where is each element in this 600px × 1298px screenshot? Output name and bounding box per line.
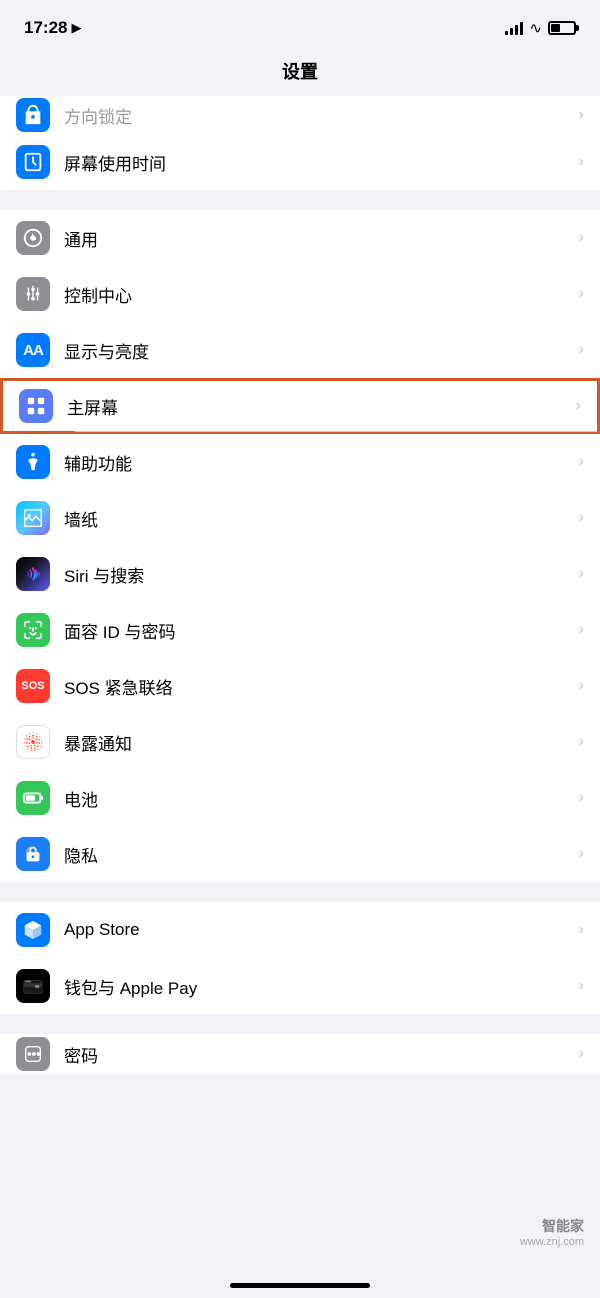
chevron-icon: › bbox=[579, 565, 584, 583]
location-icon: ▶ bbox=[71, 20, 81, 36]
settings-group-2: 通用 › 控制中心 › bbox=[0, 210, 600, 882]
privacy-icon bbox=[16, 837, 50, 871]
settings-group-4: 密码 › bbox=[0, 1034, 600, 1074]
list-item[interactable]: 主屏幕 › bbox=[0, 378, 600, 434]
display-icon: AA bbox=[16, 333, 50, 367]
exposure-label: 暴露通知 bbox=[64, 730, 571, 755]
screen-time-icon bbox=[16, 145, 50, 179]
list-item[interactable]: 屏幕使用时间 › bbox=[0, 134, 600, 190]
battery-status-icon bbox=[548, 21, 576, 35]
appstore-label: App Store bbox=[64, 920, 571, 940]
list-item[interactable]: 暴露通知 › bbox=[0, 714, 600, 770]
wifi-icon: ∿ bbox=[529, 19, 542, 37]
signal-icon bbox=[505, 21, 523, 35]
sos-label: SOS 紧急联络 bbox=[64, 674, 571, 699]
list-item[interactable]: 方向锁定 › bbox=[0, 96, 600, 134]
battery-icon bbox=[16, 781, 50, 815]
wallpaper-label: 墙纸 bbox=[64, 506, 571, 531]
chevron-icon: › bbox=[579, 621, 584, 639]
exposure-icon bbox=[16, 725, 50, 759]
wallet-icon: VISA bbox=[16, 969, 50, 1003]
face-id-label: 面容 ID 与密码 bbox=[64, 618, 571, 643]
list-item[interactable]: 隐私 › bbox=[0, 826, 600, 882]
list-item[interactable]: 辅助功能 › bbox=[0, 434, 600, 490]
settings-group-3: App Store › VISA 钱包与 Apple Pay › bbox=[0, 902, 600, 1014]
privacy-label: 隐私 bbox=[64, 842, 571, 867]
appstore-icon bbox=[16, 913, 50, 947]
chevron-icon: › bbox=[579, 341, 584, 359]
status-time: 17:28 bbox=[24, 18, 67, 38]
siri-label: Siri 与搜索 bbox=[64, 562, 571, 587]
list-item[interactable]: AA 显示与亮度 › bbox=[0, 322, 600, 378]
chevron-icon: › bbox=[579, 921, 584, 939]
watermark-brand: 智能家 bbox=[520, 1216, 584, 1236]
list-item[interactable]: SOS SOS 紧急联络 › bbox=[0, 658, 600, 714]
accessibility-label: 辅助功能 bbox=[64, 450, 571, 475]
general-icon bbox=[16, 221, 50, 255]
group-gap bbox=[0, 190, 600, 210]
chevron-icon: › bbox=[579, 677, 584, 695]
list-item[interactable]: 密码 › bbox=[0, 1034, 600, 1074]
group-gap-3 bbox=[0, 1014, 600, 1034]
home-screen-icon bbox=[19, 389, 53, 423]
chevron-icon: › bbox=[579, 789, 584, 807]
chevron-icon: › bbox=[579, 845, 584, 863]
settings-group-top: 方向锁定 › 屏幕使用时间 › bbox=[0, 96, 600, 190]
direction-lock-label: 方向锁定 bbox=[64, 103, 571, 128]
chevron-icon: › bbox=[579, 453, 584, 471]
svg-text:VISA: VISA bbox=[25, 979, 31, 983]
list-item[interactable]: 墙纸 › bbox=[0, 490, 600, 546]
password-label: 密码 bbox=[64, 1042, 571, 1067]
chevron-icon: › bbox=[579, 285, 584, 303]
battery-label: 电池 bbox=[64, 786, 571, 811]
chevron-icon: › bbox=[579, 977, 584, 995]
sos-icon: SOS bbox=[16, 669, 50, 703]
watermark-url: www.znj.com bbox=[520, 1236, 584, 1248]
chevron-icon: › bbox=[579, 229, 584, 247]
list-item[interactable]: 控制中心 › bbox=[0, 266, 600, 322]
password-icon bbox=[16, 1037, 50, 1071]
list-item[interactable]: 面容 ID 与密码 › bbox=[0, 602, 600, 658]
siri-icon bbox=[16, 557, 50, 591]
chevron-icon: › bbox=[579, 153, 584, 171]
chevron-icon: › bbox=[579, 733, 584, 751]
status-bar: 17:28 ▶ ∿ bbox=[0, 0, 600, 50]
direction-lock-icon bbox=[16, 98, 50, 132]
group-gap-2 bbox=[0, 882, 600, 902]
wallpaper-icon bbox=[16, 501, 50, 535]
chevron-icon: › bbox=[579, 106, 584, 124]
display-label: 显示与亮度 bbox=[64, 338, 571, 363]
chevron-icon: › bbox=[579, 1045, 584, 1063]
list-item[interactable]: 通用 › bbox=[0, 210, 600, 266]
home-screen-label: 主屏幕 bbox=[67, 394, 568, 419]
list-item[interactable]: VISA 钱包与 Apple Pay › bbox=[0, 958, 600, 1014]
accessibility-icon bbox=[16, 445, 50, 479]
list-item[interactable]: 电池 › bbox=[0, 770, 600, 826]
control-center-label: 控制中心 bbox=[64, 282, 571, 307]
list-item[interactable]: App Store › bbox=[0, 902, 600, 958]
home-indicator bbox=[230, 1283, 370, 1288]
chevron-icon: › bbox=[579, 509, 584, 527]
status-icons: ∿ bbox=[505, 19, 576, 37]
chevron-icon: › bbox=[576, 397, 581, 415]
control-center-icon bbox=[16, 277, 50, 311]
page-title: 设置 bbox=[0, 50, 600, 96]
face-id-icon bbox=[16, 613, 50, 647]
wallet-label: 钱包与 Apple Pay bbox=[64, 974, 571, 999]
watermark: 智能家 www.znj.com bbox=[520, 1216, 584, 1248]
general-label: 通用 bbox=[64, 226, 571, 251]
list-item[interactable]: Siri 与搜索 › bbox=[0, 546, 600, 602]
screen-time-label: 屏幕使用时间 bbox=[64, 150, 571, 175]
